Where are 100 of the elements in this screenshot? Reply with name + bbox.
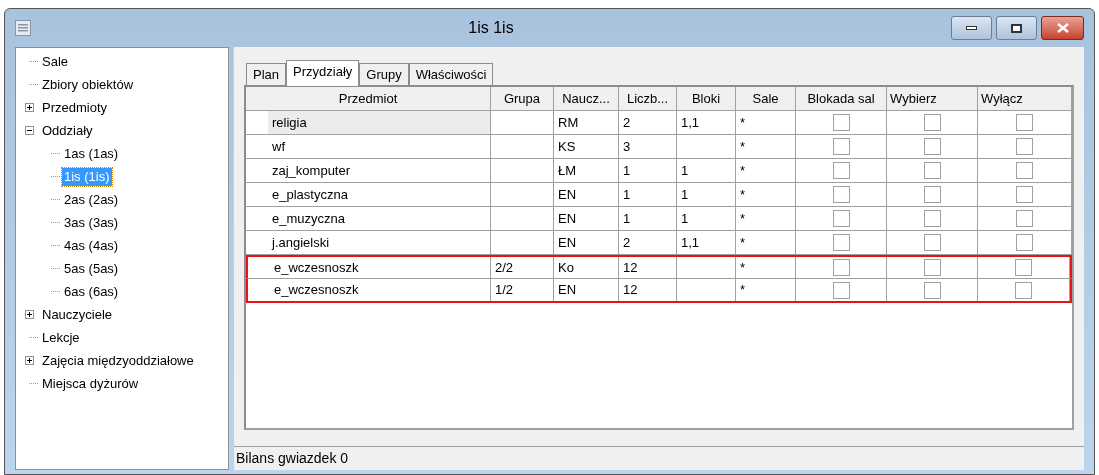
checkbox[interactable] bbox=[923, 234, 941, 251]
checkbox[interactable] bbox=[1016, 186, 1033, 203]
tree-item[interactable]: 1as (1as) bbox=[62, 144, 121, 163]
column-header[interactable]: Wybierz bbox=[887, 87, 978, 110]
column-header[interactable]: Liczb... bbox=[619, 87, 677, 110]
table-cell-text: 1 bbox=[622, 161, 631, 180]
table-cell-text: e_muzyczna bbox=[271, 209, 346, 228]
checkbox[interactable] bbox=[923, 210, 941, 227]
tree-item[interactable]: Miejsca dyżurów bbox=[40, 374, 141, 393]
tree-item[interactable]: Zbiory obiektów bbox=[40, 75, 136, 94]
table-cell-text: * bbox=[739, 281, 746, 300]
checkbox[interactable] bbox=[1016, 210, 1033, 227]
table-row[interactable]: j.angielski EN 2 1,1 * bbox=[246, 231, 1072, 255]
tab[interactable]: Właściwości bbox=[408, 63, 494, 85]
column-header[interactable]: Naucz... bbox=[554, 87, 619, 110]
checkbox[interactable] bbox=[923, 138, 941, 155]
tree-item[interactable]: Oddziały bbox=[40, 121, 95, 140]
checkbox[interactable] bbox=[1016, 162, 1033, 179]
table-row[interactable]: e_wczesnoszk 1/2 EN 12 * bbox=[246, 279, 1072, 303]
table-cell-text: * bbox=[739, 185, 746, 204]
checkbox[interactable] bbox=[923, 259, 941, 276]
tree-item[interactable]: Przedmioty bbox=[40, 98, 110, 117]
expand-icon[interactable] bbox=[24, 356, 34, 365]
checkbox[interactable] bbox=[923, 281, 941, 299]
column-header[interactable]: Bloki bbox=[677, 87, 736, 110]
table-row[interactable]: e_wczesnoszk 2/2 Ko 12 * bbox=[246, 255, 1072, 279]
column-header[interactable]: Grupa bbox=[491, 87, 554, 110]
table-cell-text: wf bbox=[271, 137, 286, 156]
checkbox[interactable] bbox=[923, 114, 941, 131]
collapse-icon[interactable] bbox=[24, 126, 34, 135]
table-cell-text: ŁM bbox=[557, 161, 577, 180]
tree-item[interactable]: 4as (4as) bbox=[62, 236, 121, 255]
checkbox[interactable] bbox=[832, 234, 850, 251]
table-cell-text: e_wczesnoszk bbox=[273, 258, 360, 277]
checkbox[interactable] bbox=[832, 281, 850, 299]
checkbox[interactable] bbox=[923, 162, 941, 179]
checkbox[interactable] bbox=[1016, 234, 1033, 251]
table-cell-text: j.angielski bbox=[270, 233, 331, 252]
table-cell-text: KS bbox=[557, 137, 576, 156]
table-cell-text: 3 bbox=[622, 137, 631, 156]
tree-item[interactable]: 3as (3as) bbox=[62, 213, 121, 232]
table-cell-text: EN bbox=[557, 281, 577, 300]
table-cell-text: 2/2 bbox=[494, 258, 514, 277]
checkbox[interactable] bbox=[1015, 281, 1032, 299]
table-cell-text: 1,1 bbox=[680, 233, 700, 252]
tree-item[interactable]: Zajęcia międzyoddziałowe bbox=[40, 351, 196, 370]
table-row[interactable]: e_plastyczna EN 1 1 * bbox=[246, 183, 1072, 207]
tab[interactable]: Grupy bbox=[359, 63, 409, 85]
table-cell-text: * bbox=[739, 209, 746, 228]
table-cell-text: 1 bbox=[622, 185, 631, 204]
table-cell-text: * bbox=[739, 113, 746, 132]
tab[interactable]: Plan bbox=[246, 63, 287, 85]
table-cell-text: 1,1 bbox=[680, 113, 700, 132]
table-cell-text: 12 bbox=[622, 281, 638, 300]
window-title: 1is 1is bbox=[467, 18, 515, 38]
close-icon bbox=[1056, 23, 1069, 33]
checkbox[interactable] bbox=[832, 210, 850, 227]
table-row[interactable]: religia RM 2 1,1 * bbox=[246, 111, 1072, 135]
table-cell-text: EN bbox=[557, 185, 577, 204]
expand-icon[interactable] bbox=[24, 103, 34, 112]
table-cell-text: * bbox=[739, 233, 746, 252]
checkbox[interactable] bbox=[1016, 114, 1033, 131]
tree-item[interactable]: Sale bbox=[40, 52, 71, 71]
table-cell-text: e_wczesnoszk bbox=[273, 281, 360, 300]
checkbox[interactable] bbox=[1016, 138, 1033, 155]
checkbox[interactable] bbox=[832, 162, 850, 179]
table-cell-text: 1 bbox=[622, 209, 631, 228]
maximize-button[interactable] bbox=[996, 16, 1037, 40]
table-cell-text: RM bbox=[557, 113, 579, 132]
checkbox[interactable] bbox=[923, 186, 941, 203]
table-row[interactable]: wf KS 3 * bbox=[246, 135, 1072, 159]
checkbox[interactable] bbox=[832, 259, 850, 276]
table-cell-text: 1/2 bbox=[494, 281, 514, 300]
table-row[interactable]: e_muzyczna EN 1 1 * bbox=[246, 207, 1072, 231]
status-bar: Bilans gwiazdek 0 bbox=[234, 446, 1084, 470]
close-button[interactable] bbox=[1041, 16, 1084, 40]
table-row[interactable]: zaj_komputer ŁM 1 1 * bbox=[246, 159, 1072, 183]
table-cell-text: 1 bbox=[680, 161, 689, 180]
table-cell-text: EN bbox=[557, 233, 577, 252]
tab[interactable]: Przydziały bbox=[286, 60, 360, 86]
checkbox[interactable] bbox=[1015, 259, 1032, 276]
column-header[interactable]: Wyłącz bbox=[978, 87, 1072, 110]
expand-icon[interactable] bbox=[24, 310, 34, 319]
tree-item[interactable]: Lekcje bbox=[40, 328, 82, 347]
tree-item[interactable]: Nauczyciele bbox=[40, 305, 115, 324]
checkbox[interactable] bbox=[832, 114, 850, 131]
table-cell-text: * bbox=[739, 137, 746, 156]
table-cell-text: e_plastyczna bbox=[271, 185, 349, 204]
checkbox[interactable] bbox=[832, 186, 850, 203]
checkbox[interactable] bbox=[832, 138, 850, 155]
tree-item[interactable]: 2as (2as) bbox=[62, 190, 121, 209]
tree-item[interactable]: 6as (6as) bbox=[62, 282, 121, 301]
minimize-button[interactable] bbox=[951, 16, 992, 40]
tree-item[interactable]: 5as (5as) bbox=[62, 259, 121, 278]
table-cell-text: 1 bbox=[680, 185, 689, 204]
column-header[interactable]: Sale bbox=[736, 87, 796, 110]
table-cell-text: 1 bbox=[680, 209, 689, 228]
column-header[interactable]: Przedmiot bbox=[246, 87, 491, 110]
table-cell-text: * bbox=[739, 258, 746, 277]
column-header[interactable]: Blokada sal bbox=[796, 87, 887, 110]
